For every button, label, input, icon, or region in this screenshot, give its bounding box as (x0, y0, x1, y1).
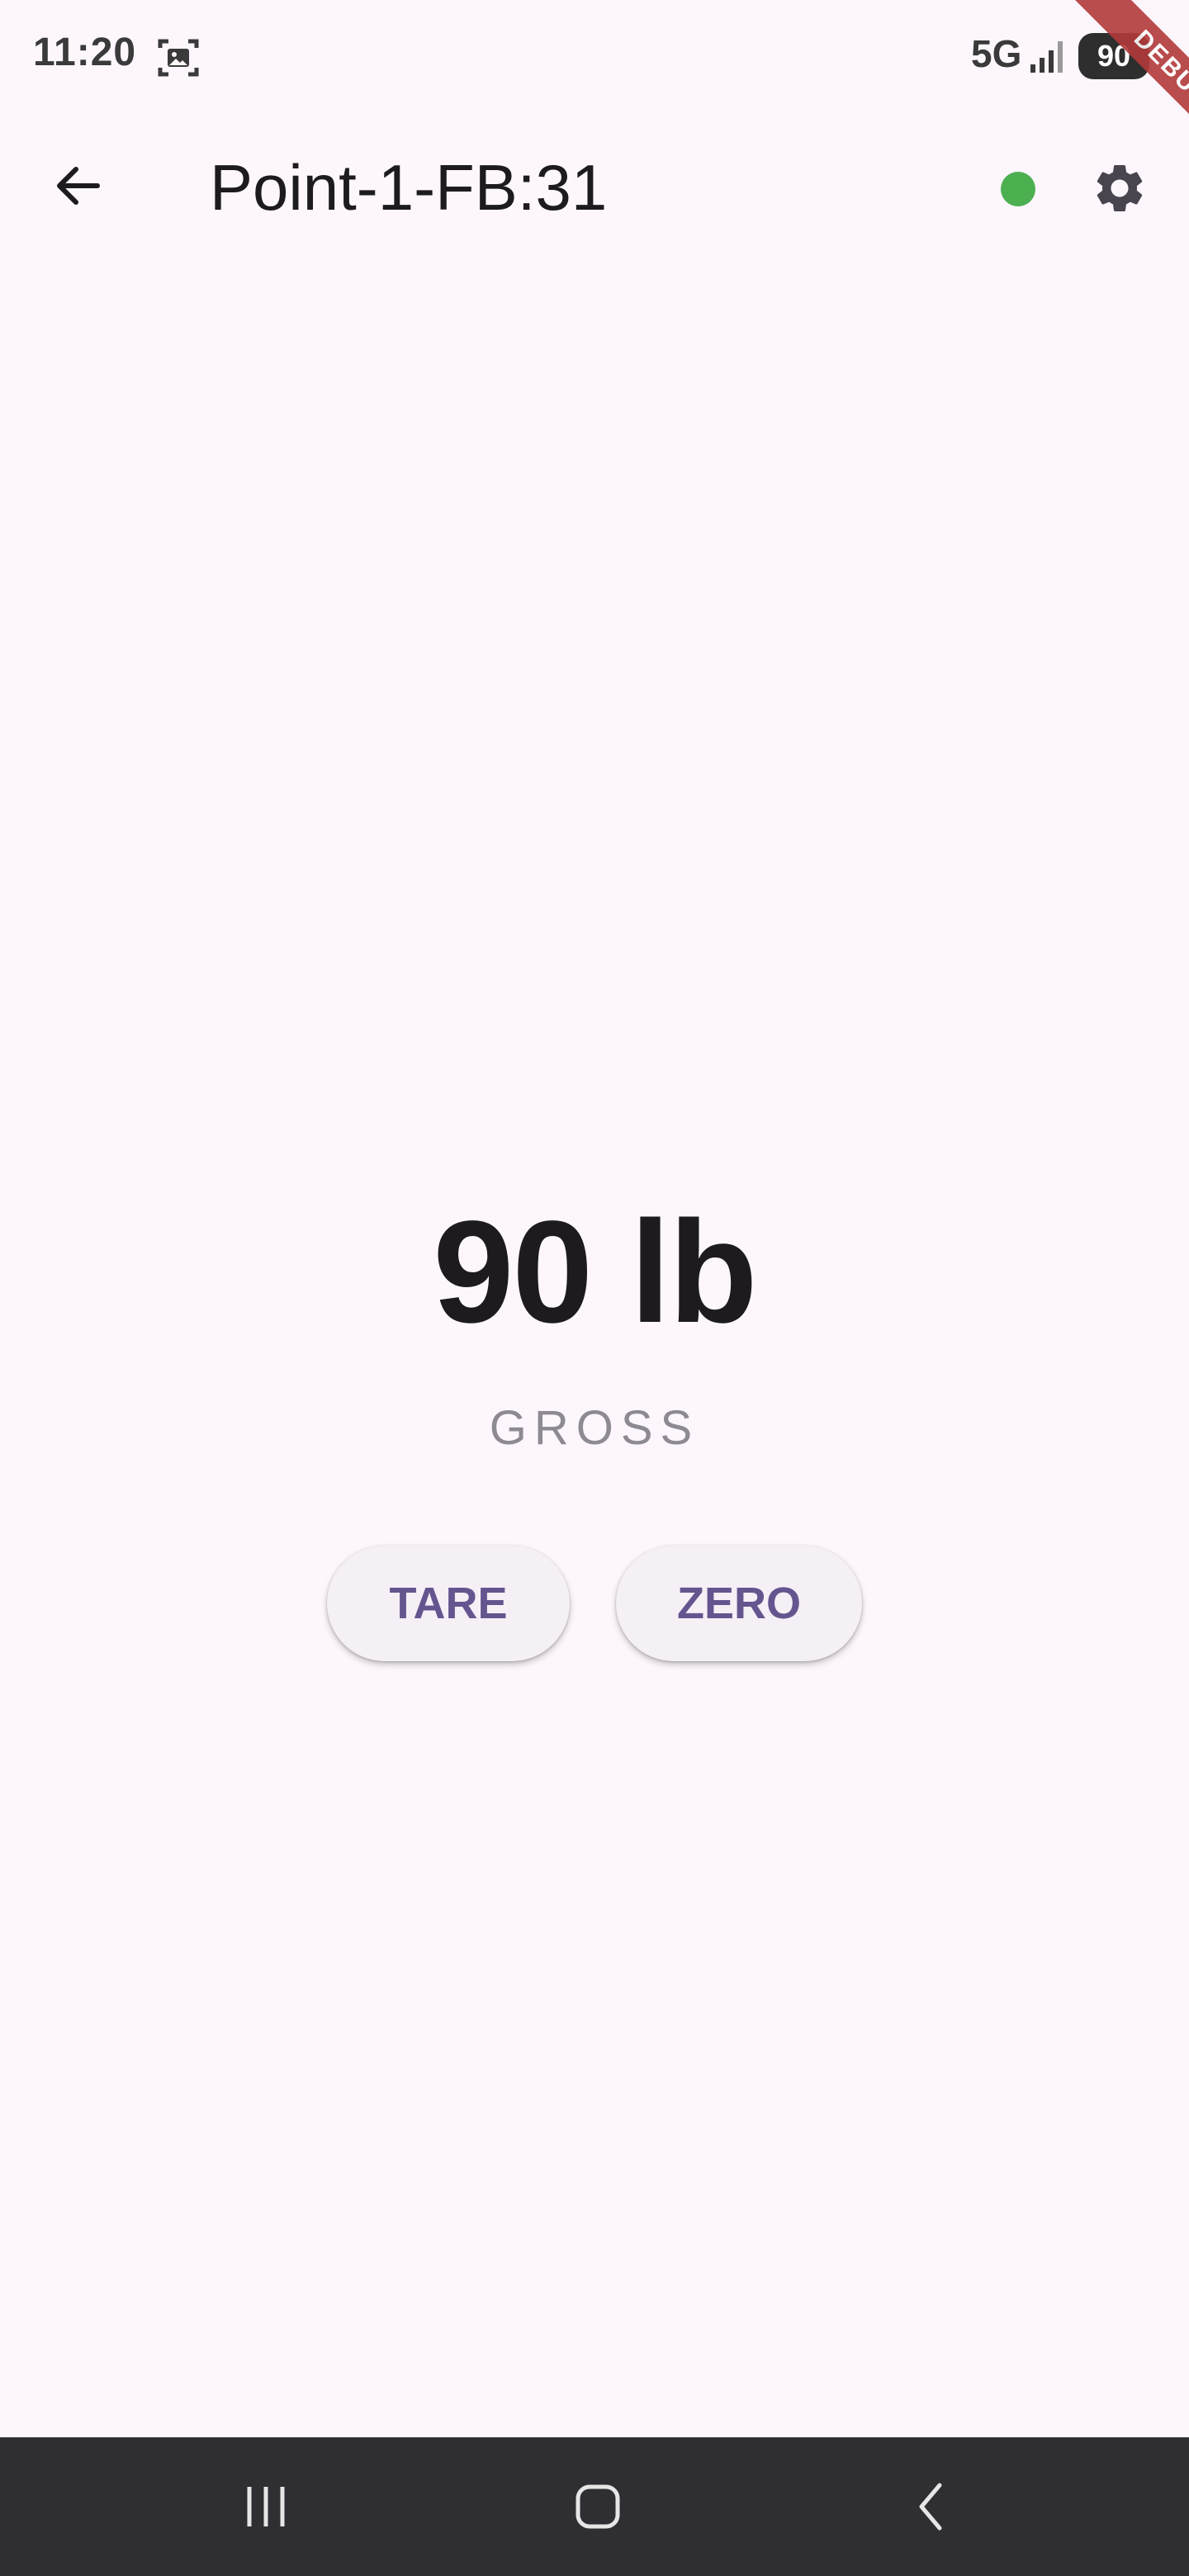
screen: 11:20 5G 90 DEBUG Point-1-FB:31 90 lb GR… (0, 0, 1189, 2576)
settings-button[interactable] (1088, 157, 1151, 220)
zero-button[interactable]: ZERO (616, 1546, 862, 1661)
connection-status-indicator (1001, 172, 1035, 206)
page-title: Point-1-FB:31 (210, 151, 608, 224)
home-button[interactable] (557, 2465, 639, 2548)
recents-icon (247, 2487, 285, 2526)
home-icon (576, 2484, 620, 2529)
screenshot-icon (157, 36, 200, 79)
network-type: 5G (971, 32, 1022, 75)
recents-button[interactable] (225, 2465, 307, 2548)
app-bar: Point-1-FB:31 (0, 132, 1189, 239)
back-button[interactable] (46, 154, 109, 217)
status-bar: 11:20 5G 90 (0, 0, 1189, 116)
nav-back-button[interactable] (890, 2465, 973, 2548)
gear-icon (1097, 164, 1143, 211)
system-nav-bar (0, 2437, 1189, 2576)
back-icon (919, 2483, 942, 2531)
back-arrow-icon (57, 167, 100, 205)
weight-value: 90 lb (433, 1191, 757, 1353)
action-buttons: TARE ZERO (0, 1546, 1189, 1661)
signal-icon (1029, 38, 1070, 74)
weight-mode-label: GROSS (489, 1401, 700, 1455)
tare-button[interactable]: TARE (327, 1546, 570, 1661)
status-time: 11:20 (33, 31, 137, 74)
